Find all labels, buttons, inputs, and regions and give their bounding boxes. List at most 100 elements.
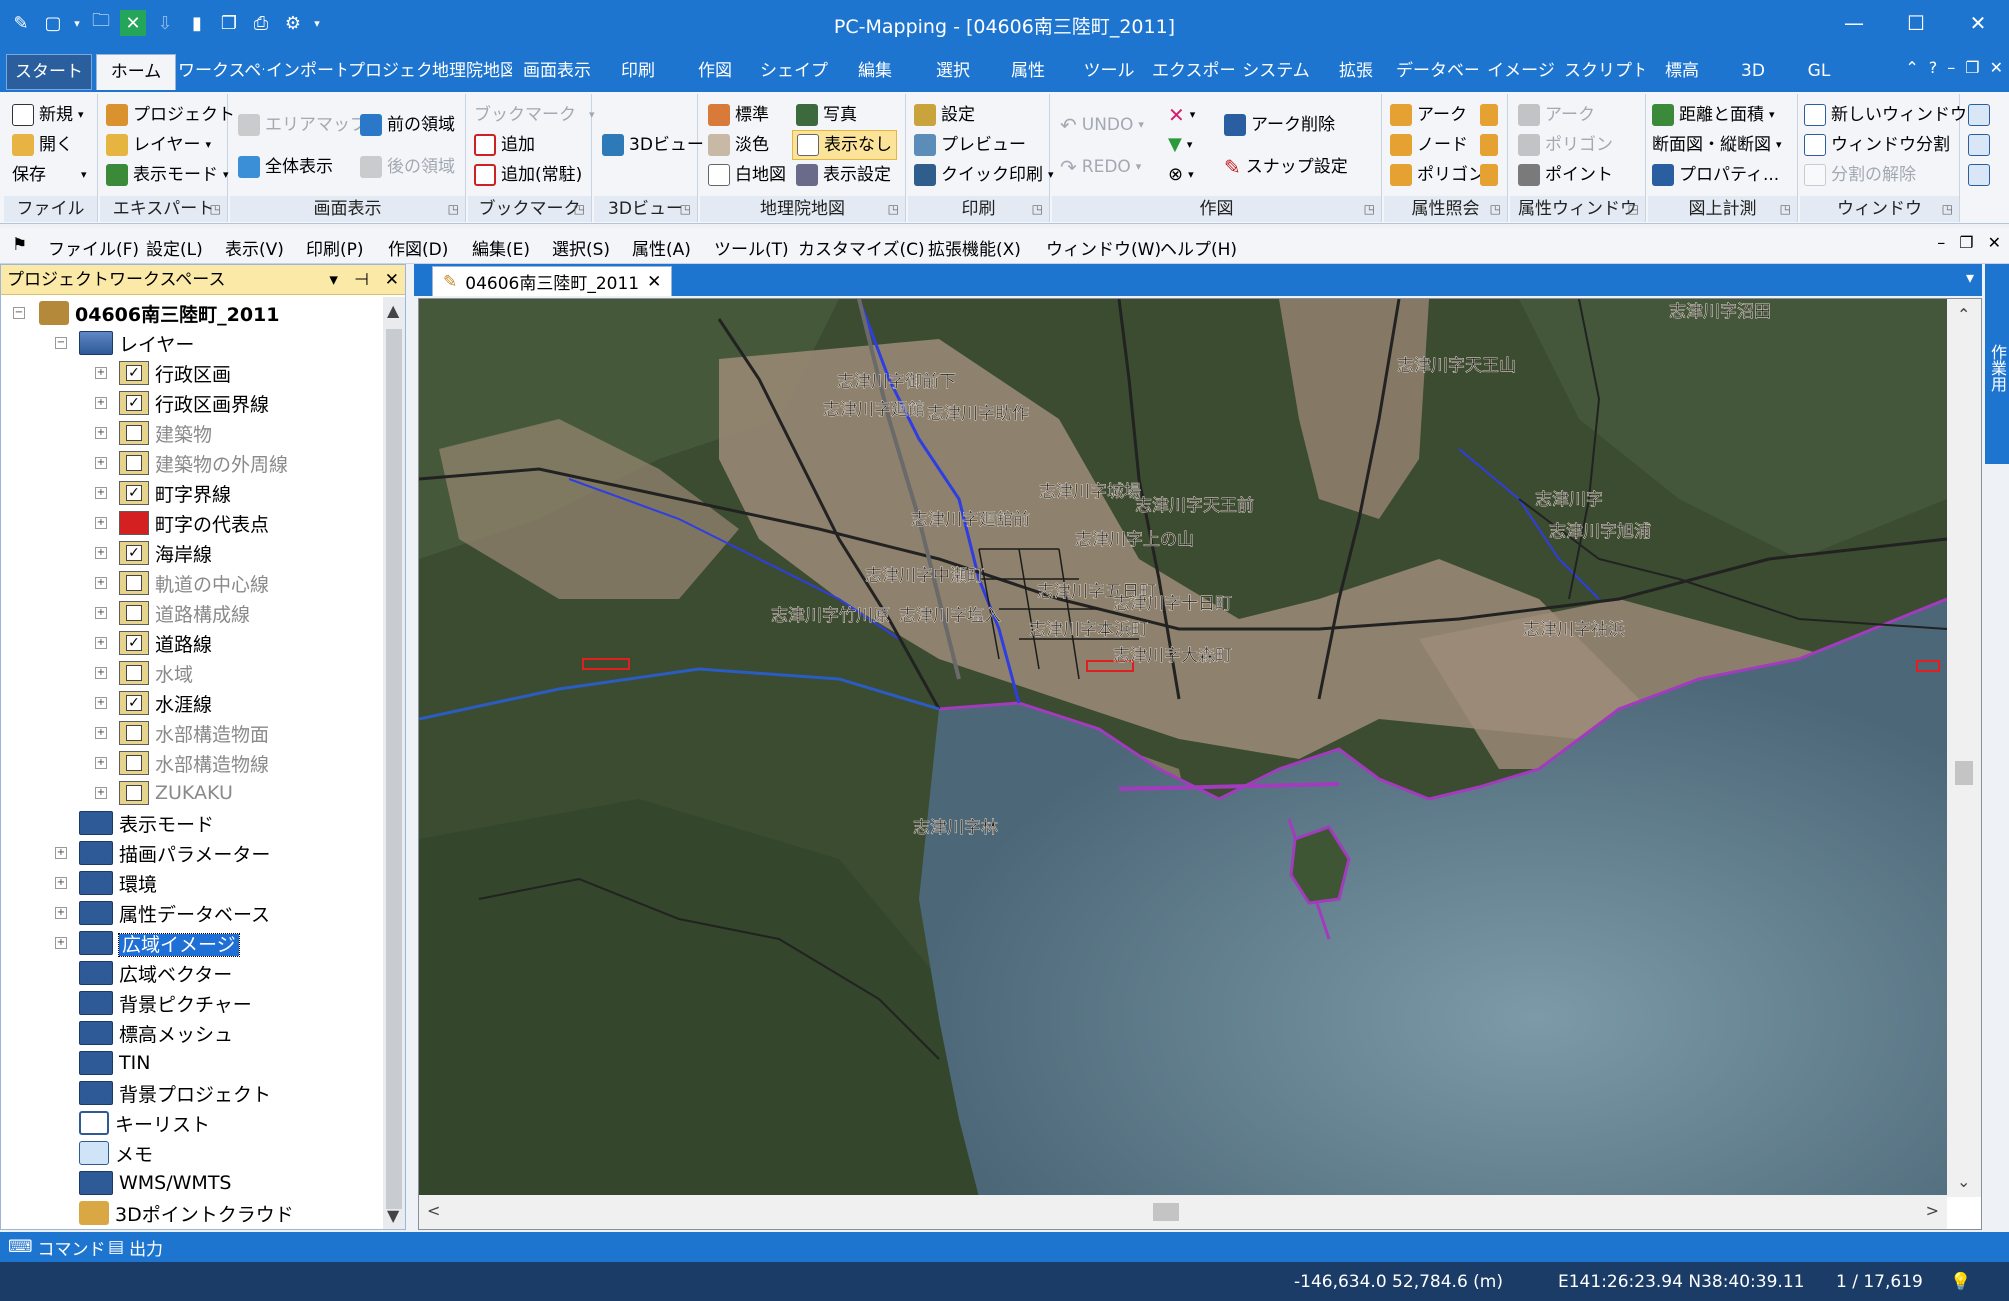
menu-extensions[interactable]: 拡張機能(X) (928, 235, 1021, 260)
query-extra3-button[interactable] (1480, 160, 1498, 190)
scroll-left-icon[interactable]: < (427, 1201, 440, 1220)
tree-folder-item[interactable]: キーリスト (53, 1109, 210, 1137)
scroll-up-icon[interactable]: ▲ (387, 301, 399, 320)
tree-layer-item[interactable]: + 水域 (87, 659, 193, 687)
tab-edit[interactable]: 編集 (834, 54, 916, 90)
tab-3d[interactable]: 3D (1720, 54, 1786, 90)
expand-icon[interactable]: + (55, 877, 67, 889)
menu-view[interactable]: 表示(V) (225, 235, 284, 260)
tab-image[interactable]: イメージ (1480, 54, 1562, 90)
map-canvas[interactable]: 志津川字沼田 志津川字天王山 志津川字御前下 志津川字廻館 志津川字助作 志津川字城場 志津… (419, 299, 1947, 1197)
layer-visibility-checkbox[interactable] (126, 575, 142, 591)
tree-layer-item[interactable]: + ✓ 道路線 (87, 629, 212, 657)
doc-minimize-icon[interactable]: – (1937, 233, 1945, 252)
layer-visibility-checkbox[interactable] (126, 425, 142, 441)
query-node-button[interactable]: ノード (1390, 130, 1468, 160)
layer-visibility-checkbox[interactable] (126, 725, 142, 741)
menu-attribute[interactable]: 属性(A) (632, 235, 691, 260)
menu-help[interactable]: ヘルプ(H) (1160, 235, 1237, 260)
tree-layer-item[interactable]: + ✓ 行政区画 (87, 359, 231, 387)
close-button[interactable]: ✕ (1947, 0, 2009, 46)
tile-horizontal-button[interactable] (1968, 130, 1990, 160)
menu-edit[interactable]: 編集(E) (472, 235, 530, 260)
tree-folder-item[interactable]: 表示モード (53, 809, 214, 837)
tab-list-dropdown-icon[interactable]: ▾ (1966, 268, 1974, 287)
expand-icon[interactable]: + (55, 907, 67, 919)
tab-close-icon[interactable]: ✕ (647, 272, 661, 292)
launcher-icon[interactable]: ◳ (210, 196, 221, 222)
pane-dropdown-icon[interactable]: ▾ (329, 265, 338, 295)
layer-visibility-checkbox[interactable] (126, 755, 142, 771)
tree-folder-item[interactable]: WMS/WMTS (53, 1169, 232, 1197)
expand-icon[interactable]: + (95, 457, 107, 469)
tree-layer-item[interactable]: + 建築物の外周線 (87, 449, 288, 477)
document-tab[interactable]: ✎ 04606南三陸町_2011 ✕ (432, 266, 673, 296)
tree-layer-item[interactable]: + 軌道の中心線 (87, 569, 269, 597)
launcher-icon[interactable]: ◳ (1780, 196, 1791, 222)
tree-layer-item[interactable]: + ✓ 町字界線 (87, 479, 231, 507)
display-mode-button[interactable]: 表示モード ▾ (106, 160, 229, 190)
expand-icon[interactable]: + (95, 397, 107, 409)
expand-icon[interactable]: + (95, 547, 107, 559)
tab-output[interactable]: ▤ 出力 (108, 1234, 163, 1260)
gsi-standard-button[interactable]: 標準 (708, 100, 769, 130)
tab-gl[interactable]: GL (1788, 54, 1850, 90)
layer-visibility-checkbox[interactable] (126, 605, 142, 621)
3dview-button[interactable]: 3Dビュー (602, 130, 704, 160)
gsi-display-settings-button[interactable]: 表示設定 (796, 160, 891, 190)
project-button[interactable]: プロジェクト (106, 100, 235, 130)
scroll-down-icon[interactable]: ▼ (387, 1206, 399, 1225)
expand-icon[interactable]: + (55, 937, 67, 949)
menu-handle-icon[interactable]: ⚑ (12, 235, 27, 255)
gsi-hide-button[interactable]: 表示なし (792, 130, 897, 160)
layer-visibility-checkbox[interactable]: ✓ (126, 485, 142, 501)
launcher-icon[interactable]: ◳ (1942, 196, 1953, 222)
tab-project[interactable]: プロジェクト (348, 54, 430, 90)
quick-print-button[interactable]: クイック印刷 ▾ (914, 160, 1054, 190)
layer-visibility-checkbox[interactable] (126, 455, 142, 471)
bookmark-button[interactable]: ブックマーク ▾ (474, 100, 595, 130)
mdi-close-icon[interactable]: ✕ (1990, 58, 2003, 77)
tab-command[interactable]: ⌨ コマンド (8, 1234, 106, 1260)
tree-folder-item[interactable]: メモ (53, 1139, 153, 1167)
menu-settings[interactable]: 設定(L) (146, 235, 203, 260)
unsplit-window-button[interactable]: 分割の解除 (1804, 160, 1916, 190)
tree-folder-item[interactable]: 背景プロジェクト (53, 1079, 271, 1107)
lightbulb-icon[interactable]: 💡 (1950, 1272, 1971, 1292)
map-vertical-scrollbar[interactable]: ⌃ ⌄ (1947, 299, 1981, 1197)
launcher-icon[interactable]: ◳ (1364, 196, 1375, 222)
tree-folder-item[interactable]: + 描画パラメーター (53, 839, 270, 867)
tree-layer-item[interactable]: + ZUKAKU (87, 779, 233, 807)
scrollbar-thumb[interactable] (1955, 761, 1973, 785)
scrollbar-thumb[interactable] (1153, 1203, 1179, 1221)
expand-icon[interactable]: + (95, 487, 107, 499)
pin-tool-button[interactable]: ▼ ▾ (1168, 130, 1192, 160)
mdi-restore-icon[interactable]: ❐ (1965, 58, 1979, 77)
split-window-button[interactable]: ウィンドウ分割 (1804, 130, 1950, 160)
mdi-minimize-icon[interactable]: – (1947, 58, 1955, 77)
expand-icon[interactable]: + (95, 637, 107, 649)
redo-button[interactable]: ↷ REDO ▾ (1060, 152, 1141, 182)
arc-delete-button[interactable]: アーク削除 (1224, 110, 1335, 140)
expand-icon[interactable]: + (95, 607, 107, 619)
layer-visibility-checkbox[interactable]: ✓ (126, 695, 142, 711)
prev-area-button[interactable]: 前の領域 (360, 110, 455, 140)
menu-window[interactable]: ウィンドウ(W) (1046, 235, 1161, 260)
launcher-icon[interactable]: ◳ (574, 196, 585, 222)
menu-customize[interactable]: カスタマイズ(C) (798, 235, 925, 260)
tab-database[interactable]: データベース (1396, 54, 1478, 90)
expand-icon[interactable]: + (95, 667, 107, 679)
tab-system[interactable]: システム (1236, 54, 1316, 90)
tab-extension[interactable]: 拡張 (1318, 54, 1394, 90)
node-tool-button[interactable]: ⊗ ▾ (1168, 160, 1194, 190)
cascade-button[interactable] (1968, 100, 1990, 130)
delete-feature-button[interactable]: ✕ ▾ (1168, 100, 1195, 130)
expand-icon[interactable]: + (95, 367, 107, 379)
new-button[interactable]: 新規 ▾ (12, 100, 84, 130)
bookmark-add-resident-button[interactable]: 追加(常駐) (474, 160, 582, 190)
query-extra2-button[interactable] (1480, 130, 1498, 160)
tab-display[interactable]: 画面表示 (514, 54, 600, 90)
layer-visibility-checkbox[interactable]: ✓ (126, 545, 142, 561)
launcher-icon[interactable]: ◳ (1628, 196, 1639, 222)
tab-start[interactable]: スタート (6, 54, 92, 90)
